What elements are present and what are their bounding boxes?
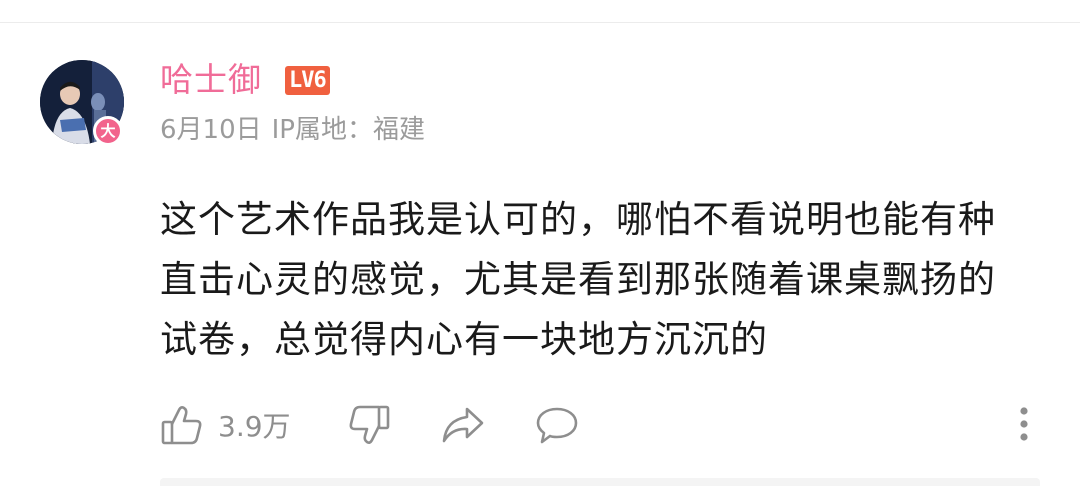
next-item-edge: [160, 478, 1040, 486]
dislike-button[interactable]: [347, 400, 391, 450]
reply-button[interactable]: [534, 400, 580, 450]
comment-bubble-icon: [534, 403, 580, 447]
thumbs-up-icon: [160, 403, 204, 447]
comment-meta: 6月10日 IP属地：福建: [160, 110, 435, 150]
thumbs-down-icon: [347, 403, 391, 447]
more-vertical-icon: [1012, 407, 1036, 451]
share-icon: [440, 403, 486, 447]
level-badge: LV6: [285, 66, 330, 95]
action-bar: 3.9万: [160, 400, 1060, 450]
top-divider: [0, 22, 1080, 23]
comment-date: 6月10日: [160, 115, 262, 145]
like-button[interactable]: 3.9万: [160, 400, 291, 450]
like-count: 3.9万: [218, 410, 291, 443]
share-button[interactable]: [440, 400, 486, 450]
comment-page: 大 哈士御 LV6 6月10日 IP属地：福建 这个艺术作品我是认可的，哪怕不看说…: [0, 0, 1080, 486]
comment-text: 这个艺术作品我是认可的，哪怕不看说明也能有种直击心灵的感觉，尤其是看到那张随着课…: [160, 198, 996, 361]
username[interactable]: 哈士御: [160, 58, 262, 102]
avatar-badge: 大: [93, 116, 123, 146]
more-options-button[interactable]: [1012, 403, 1036, 447]
ip-location: IP属地：福建: [271, 115, 425, 145]
